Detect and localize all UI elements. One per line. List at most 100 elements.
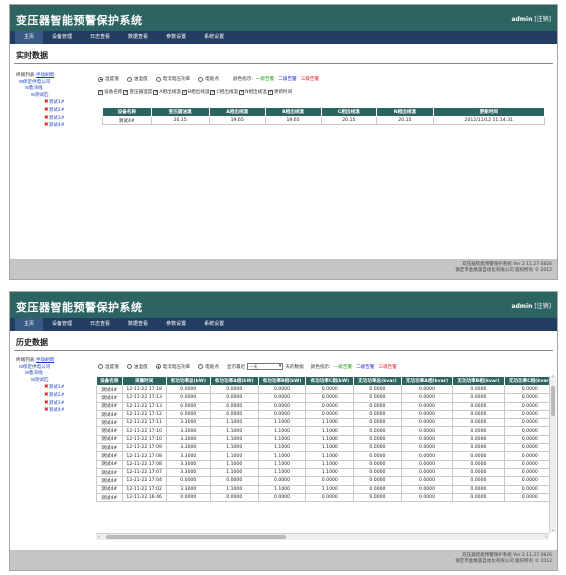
table-row[interactable]: 测试4# 12-11-22 17:07 3.3000 1.1000 1.1000 1.10…: [96, 467, 549, 478]
table-row[interactable]: 测试4# 12-11-22 17:08 3.3000 1.1000 1.1000 1.10…: [96, 459, 549, 469]
table-cell: 0.0000: [400, 492, 454, 503]
history-table-viewport[interactable]: 设备名称 采集时间 有功功率总(kW) 有功功率A相(kW) 有功功率B相(kW) 有功功…: [96, 376, 549, 533]
show-recent-label: 显示最近: [226, 364, 246, 370]
scroll-up-icon[interactable]: ⌃: [551, 375, 555, 381]
table-cell: 0.0000: [353, 434, 402, 445]
footer-copyright: 保定市金凰晟自动化有限公司 版权所有 © 2012: [455, 559, 552, 564]
logout-link[interactable]: [注销]: [534, 16, 551, 23]
radio-energy[interactable]: 电能点: [198, 364, 219, 370]
table-cell: 0.0000: [209, 409, 259, 420]
scroll-thumb[interactable]: [551, 386, 555, 416]
table-row[interactable]: 测试4# 12-11-22 17:13 0.0000 0.0000 0.0000 0.00…: [96, 401, 549, 411]
table-row[interactable]: 测试4# 12-11-22 17:12 0.0000 0.0000 0.0000 0.00…: [96, 409, 549, 420]
check-device[interactable]: 设备名称: [98, 89, 122, 95]
nav-system[interactable]: 系统设置: [195, 318, 233, 331]
username: admin: [511, 303, 533, 310]
scroll-left-icon[interactable]: ‹: [98, 534, 100, 540]
table-cell: 0.0000: [257, 409, 307, 420]
tree-leaf[interactable]: ✖测试3#: [16, 115, 65, 123]
table-cell: 1.1000: [257, 443, 307, 453]
tree-node-group[interactable]: ⊟测试匹: [16, 93, 65, 100]
tree-leaf[interactable]: ✖测试3#: [16, 400, 65, 408]
check-n-phase[interactable]: N相出线温: [239, 89, 267, 95]
table-cell: 0.0000: [400, 459, 454, 469]
table-cell: 0.0000: [503, 434, 549, 445]
tree-leaf[interactable]: ✖测试1#: [16, 384, 65, 392]
table-row[interactable]: 测试4# 12-11-22 17:09 3.3000 1.1000 1.1000 1.10…: [96, 443, 549, 453]
nav-data[interactable]: 数据查看: [119, 318, 157, 331]
table-cell: 0.0000: [353, 492, 402, 503]
radio-temp[interactable]: 温度值: [98, 364, 119, 370]
table-cell: 0.0000: [209, 476, 259, 486]
radio-power[interactable]: 电流电压功率: [155, 76, 190, 82]
tree-leaf[interactable]: ✖测试2#: [16, 107, 65, 115]
refresh-link[interactable]: 手动刷新: [36, 358, 54, 363]
check-update-time[interactable]: 更新时间: [267, 89, 292, 95]
table-cell: 12-11-22 17:12: [121, 409, 167, 420]
table-row[interactable]: 测试4# 12-11-22 17:18 0.0000 0.0000 0.0000 0.00…: [96, 384, 549, 395]
table-cell: 0.0000: [305, 384, 355, 395]
nav-params[interactable]: 参数设置: [157, 318, 195, 331]
table-row[interactable]: 测试4# 12-11-22 17:10 3.3000 1.1000 1.1000 1.10…: [96, 426, 549, 436]
radio-energy[interactable]: 电能点: [198, 76, 219, 82]
nav-system[interactable]: 系统设置: [195, 31, 233, 44]
radio-temp[interactable]: 温度值: [98, 76, 119, 82]
tree-node-group[interactable]: ⊟测试匹: [16, 378, 65, 385]
logout-link[interactable]: [注销]: [534, 303, 551, 310]
check-a-phase[interactable]: A相出线温: [153, 89, 181, 95]
refresh-link[interactable]: 手动刷新: [36, 73, 54, 78]
table-row[interactable]: 测试4# 12-11-22 17:04 0.0000 0.0000 0.0000 0.00…: [96, 476, 549, 486]
nav-logs[interactable]: 日志查看: [81, 31, 119, 44]
tree-node-line[interactable]: ⊟鲁湾线: [16, 86, 65, 93]
scroll-thumb[interactable]: [106, 535, 286, 539]
table-cell: 测试4#: [96, 409, 123, 420]
vertical-scrollbar[interactable]: ⌃ ⌄: [549, 375, 556, 533]
table-row[interactable]: 测试4# 12-11-22 17:13 0.0000 0.0000 0.0000 0.00…: [96, 393, 549, 403]
column-checkboxes: 设备名称 变压器温度 A相出线温 B相出线温 C相出线温 N相出线温 更新时间: [98, 89, 293, 95]
table-cell: 3.3000: [165, 443, 211, 453]
scroll-down-icon[interactable]: ⌄: [551, 527, 555, 533]
table-row[interactable]: 测试4# 12-11-22 16:46 0.0000 0.0000 0.0000 0.00…: [96, 492, 549, 503]
legend-level1: 一级告警: [255, 77, 275, 82]
table-row[interactable]: 测试4# 12-11-22 17:08 3.3000 1.1000 1.1000 1.10…: [96, 451, 549, 461]
table-cell: 0.0000: [353, 467, 402, 478]
tree-leaf[interactable]: ✖测试4#: [16, 407, 65, 415]
table-cell: 3.3000: [165, 484, 211, 494]
nav-device-mgmt[interactable]: 设备管理: [43, 318, 81, 331]
range-select[interactable]: 一天: [247, 363, 284, 370]
check-oil-temp[interactable]: 变压器温度: [123, 89, 152, 95]
radio-oil[interactable]: 油温值: [126, 364, 148, 370]
tree-leaf[interactable]: ✖测试2#: [16, 392, 65, 400]
nav-data[interactable]: 数据查看: [119, 31, 157, 44]
table-cell: 0.0000: [353, 443, 402, 453]
table-cell: 测试4#: [96, 484, 123, 494]
table-cell: 测试4#: [102, 115, 152, 126]
check-b-phase[interactable]: B相出线温: [181, 89, 209, 95]
nav-logs[interactable]: 日志查看: [81, 318, 119, 331]
table-cell: 0.0000: [400, 434, 454, 445]
table-cell: 1.1000: [257, 418, 307, 428]
table-row[interactable]: 测试4# 12-11-22 17:02 3.3000 1.1000 1.1000 1.10…: [96, 484, 549, 494]
table-row[interactable]: 测试4# 20.15 19.65 19.65 20.15 20.15 2012/11/12 …: [102, 115, 546, 126]
table-row[interactable]: 测试4# 12-11-22 17:10 3.3000 1.1000 1.1000 1.10…: [96, 434, 549, 445]
table-cell: 0.0000: [400, 401, 454, 411]
tree-leaf[interactable]: ✖测试1#: [16, 99, 65, 107]
tree-leaf[interactable]: ✖测试4#: [16, 122, 65, 130]
divider: [14, 63, 553, 64]
table-cell: 0.0000: [257, 492, 307, 503]
nav-device-mgmt[interactable]: 设备管理: [43, 31, 81, 44]
radio-oil[interactable]: 油温值: [126, 76, 148, 82]
radio-power[interactable]: 电流电压功率: [155, 364, 190, 370]
scroll-right-icon[interactable]: ›: [545, 534, 547, 540]
nav-home[interactable]: 主页: [15, 31, 44, 44]
horizontal-scrollbar[interactable]: ‹ ›: [96, 533, 549, 540]
tree-node-line[interactable]: ⊟鲁湾线: [16, 371, 65, 378]
table-cell: 3.3000: [165, 426, 211, 436]
table-row[interactable]: 测试4# 12-11-22 17:11 3.3000 1.1000 1.1000 1.10…: [96, 418, 549, 428]
tree-header: 终端列表:手动刷新: [16, 358, 55, 363]
nav-home[interactable]: 主页: [15, 318, 44, 331]
table-cell: 0.0000: [257, 401, 307, 411]
nav-params[interactable]: 参数设置: [157, 31, 195, 44]
check-c-phase[interactable]: C相出线温: [210, 89, 238, 95]
table-cell: 0.0000: [305, 476, 355, 486]
